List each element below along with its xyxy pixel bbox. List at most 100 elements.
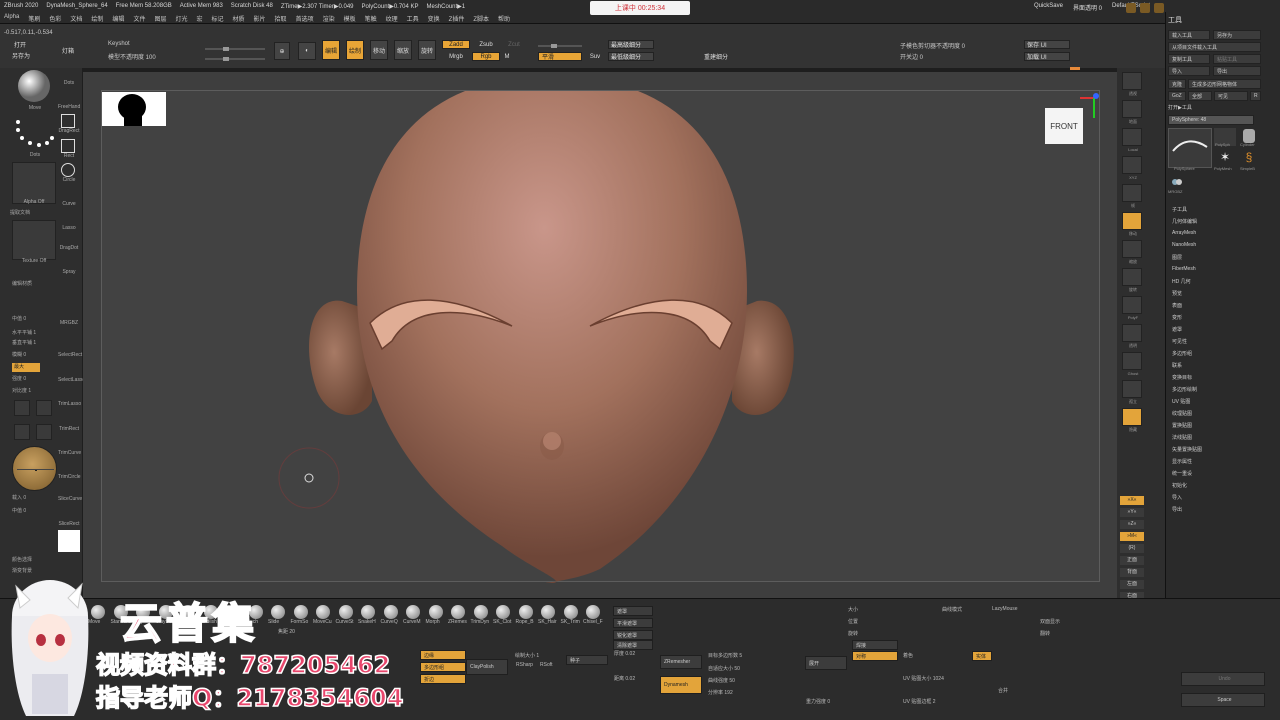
keyshot-button[interactable]: Keyshot [108,41,130,47]
intensity-slider[interactable]: 强度 0 [12,375,62,382]
spray-tool[interactable]: Spray [58,269,80,275]
keyshot-opacity[interactable]: 模型不透明度 100 [108,52,156,61]
symmetry-button[interactable]: 对称 [852,651,898,661]
tool-subpalette-item[interactable]: 纹理贴图 [1172,410,1192,417]
brush-thumb[interactable] [518,605,533,619]
polymesh-star-icon[interactable]: ✶ [1214,150,1236,166]
brush-thumb[interactable] [271,605,285,619]
freehand-tool[interactable]: FreeHand [58,104,80,110]
tray-icon[interactable] [1122,72,1142,90]
load-ui-button[interactable]: 加载 UI [1024,52,1070,61]
tool-subpalette-item[interactable]: ArrayMesh [1172,230,1196,236]
brush-thumb[interactable] [586,605,600,619]
menu-item[interactable]: 纹理 [386,14,398,23]
open-button[interactable]: 打开 [10,40,30,49]
tool-subpalette-item[interactable]: 导出 [1172,506,1182,513]
recording-badge[interactable]: 上课中 00:25:34 [590,1,690,15]
m-button[interactable]: M [502,52,512,61]
brush-thumb[interactable] [473,605,488,619]
zcut-button[interactable]: Zcut [502,40,526,49]
load-tool-button[interactable]: 载入工具 [1168,30,1210,40]
menu-item[interactable]: 拾取 [275,14,287,23]
move-button[interactable]: 移动 [370,40,388,60]
expand-button[interactable]: 展开 [805,656,847,670]
edge-loop-slider[interactable]: 开关边 0 [900,52,923,61]
resolution-slider[interactable]: 分辨率 192 [708,689,733,696]
brush-thumb[interactable] [541,605,555,619]
view-button[interactable]: »M« [1120,532,1144,541]
move-brush-thumb[interactable] [14,66,54,106]
tool-subpalette-item[interactable]: 导入 [1172,494,1182,501]
smooth-mask-button[interactable]: 平滑遮罩 [613,618,653,628]
pan-icon[interactable]: ⊕ [274,42,290,60]
edit-material-label[interactable]: 编辑材质 [12,280,62,287]
tray-icon[interactable] [1122,156,1142,174]
rotation-slider[interactable]: 旋转 [848,630,858,637]
paste-tool-button[interactable]: 粘贴工具 [1213,54,1261,64]
view-button[interactable]: »Y« [1120,508,1144,517]
tool-subpalette-item[interactable]: 几何体编辑 [1172,218,1197,225]
tool-subpalette-item[interactable]: 图层 [1172,254,1182,261]
target-polycount-slider[interactable]: 目标多边形数 5 [708,652,742,659]
all-button[interactable]: 全部 [1188,91,1212,101]
brush-icon[interactable]: ◐ [298,42,316,60]
import-slider[interactable]: 载入 0 [12,494,62,501]
dots-stroke-thumb[interactable] [14,116,54,152]
tool-subpalette-item[interactable]: FiberMesh [1172,266,1196,272]
menu-item[interactable]: Z脚本 [473,14,489,23]
contrast-slider[interactable]: 对比度 1 [12,387,62,394]
menu-item[interactable]: 笔刷 [28,14,40,23]
trimlasso-tool[interactable]: TrimLasso [58,401,81,407]
tool-subpalette-item[interactable]: 变形 [1172,314,1182,321]
tool-subpalette-item[interactable]: 预览 [1172,290,1182,297]
brush-thumb[interactable] [361,605,375,619]
seed-button[interactable]: 种子 [566,655,608,665]
goz-button[interactable]: GoZ [1168,91,1186,101]
edge-loop-button[interactable]: 边缘 [420,650,466,660]
rect-icon[interactable] [61,139,75,153]
polygroup-button[interactable]: 多边形组 [420,662,466,672]
tool-subpalette-item[interactable]: 多边形绘制 [1172,386,1197,393]
tool-subpalette-item[interactable]: UV 贴图 [1172,398,1190,405]
menu-item[interactable]: 编辑 [112,14,124,23]
save-ui-button[interactable]: 保存 UI [1024,40,1070,49]
selectlasso-tool[interactable]: SelectLasso [58,377,85,383]
flip-button[interactable]: 翻转 [1040,630,1050,637]
menu-item[interactable]: 影片 [254,14,266,23]
curve-tool[interactable]: Curve [58,201,80,207]
view-button[interactable]: »Z« [1120,520,1144,529]
load-from-project-button[interactable]: 从项目文件载入工具 [1168,42,1261,52]
dynamesh-button[interactable]: Dynamesh [660,676,702,694]
snapshot-icon[interactable] [14,400,30,416]
rgb-button[interactable]: Rgb [472,52,500,61]
menu-item[interactable]: 变换 [428,14,440,23]
zapplink-icon[interactable] [14,424,30,440]
simplebrush-icon[interactable]: § [1240,150,1258,166]
view-button[interactable]: 正面 [1120,556,1144,565]
uv-border-slider[interactable]: UV 贴图边框 2 [903,698,936,705]
menu-item[interactable]: 材质 [233,14,245,23]
tray-icon[interactable] [1122,324,1142,342]
size-slider[interactable]: 大小 [848,606,858,613]
tray-icon[interactable] [1122,380,1142,398]
slider-2[interactable] [205,57,265,61]
head-model[interactable] [102,91,1101,583]
fold-button[interactable]: 折边 [420,674,466,684]
brush-thumb[interactable] [496,605,510,619]
subdiv-low-button[interactable]: 最低级细分 [608,52,654,61]
subdiv-high-button[interactable]: 最高级细分 [608,40,654,49]
position-slider[interactable]: 位置 [848,618,858,625]
circle-icon[interactable] [61,163,75,177]
main-color-swatch[interactable] [58,530,80,552]
view-button[interactable]: 左面 [1120,580,1144,589]
undo-button[interactable]: Undo [1181,672,1265,686]
rect-tool[interactable]: Rect [58,153,80,159]
tool-subpalette-item[interactable]: 统一重设 [1172,470,1192,477]
ui-transparency[interactable]: 界面透明 0 [1073,3,1102,12]
brush-thumb[interactable] [563,605,578,619]
reset-icon[interactable] [36,400,52,416]
menu-item[interactable]: 笔触 [365,14,377,23]
save-tool-as-button[interactable]: 另存为 [1213,30,1261,40]
tray-icon[interactable] [1122,184,1142,202]
brush-thumb[interactable] [428,605,443,619]
